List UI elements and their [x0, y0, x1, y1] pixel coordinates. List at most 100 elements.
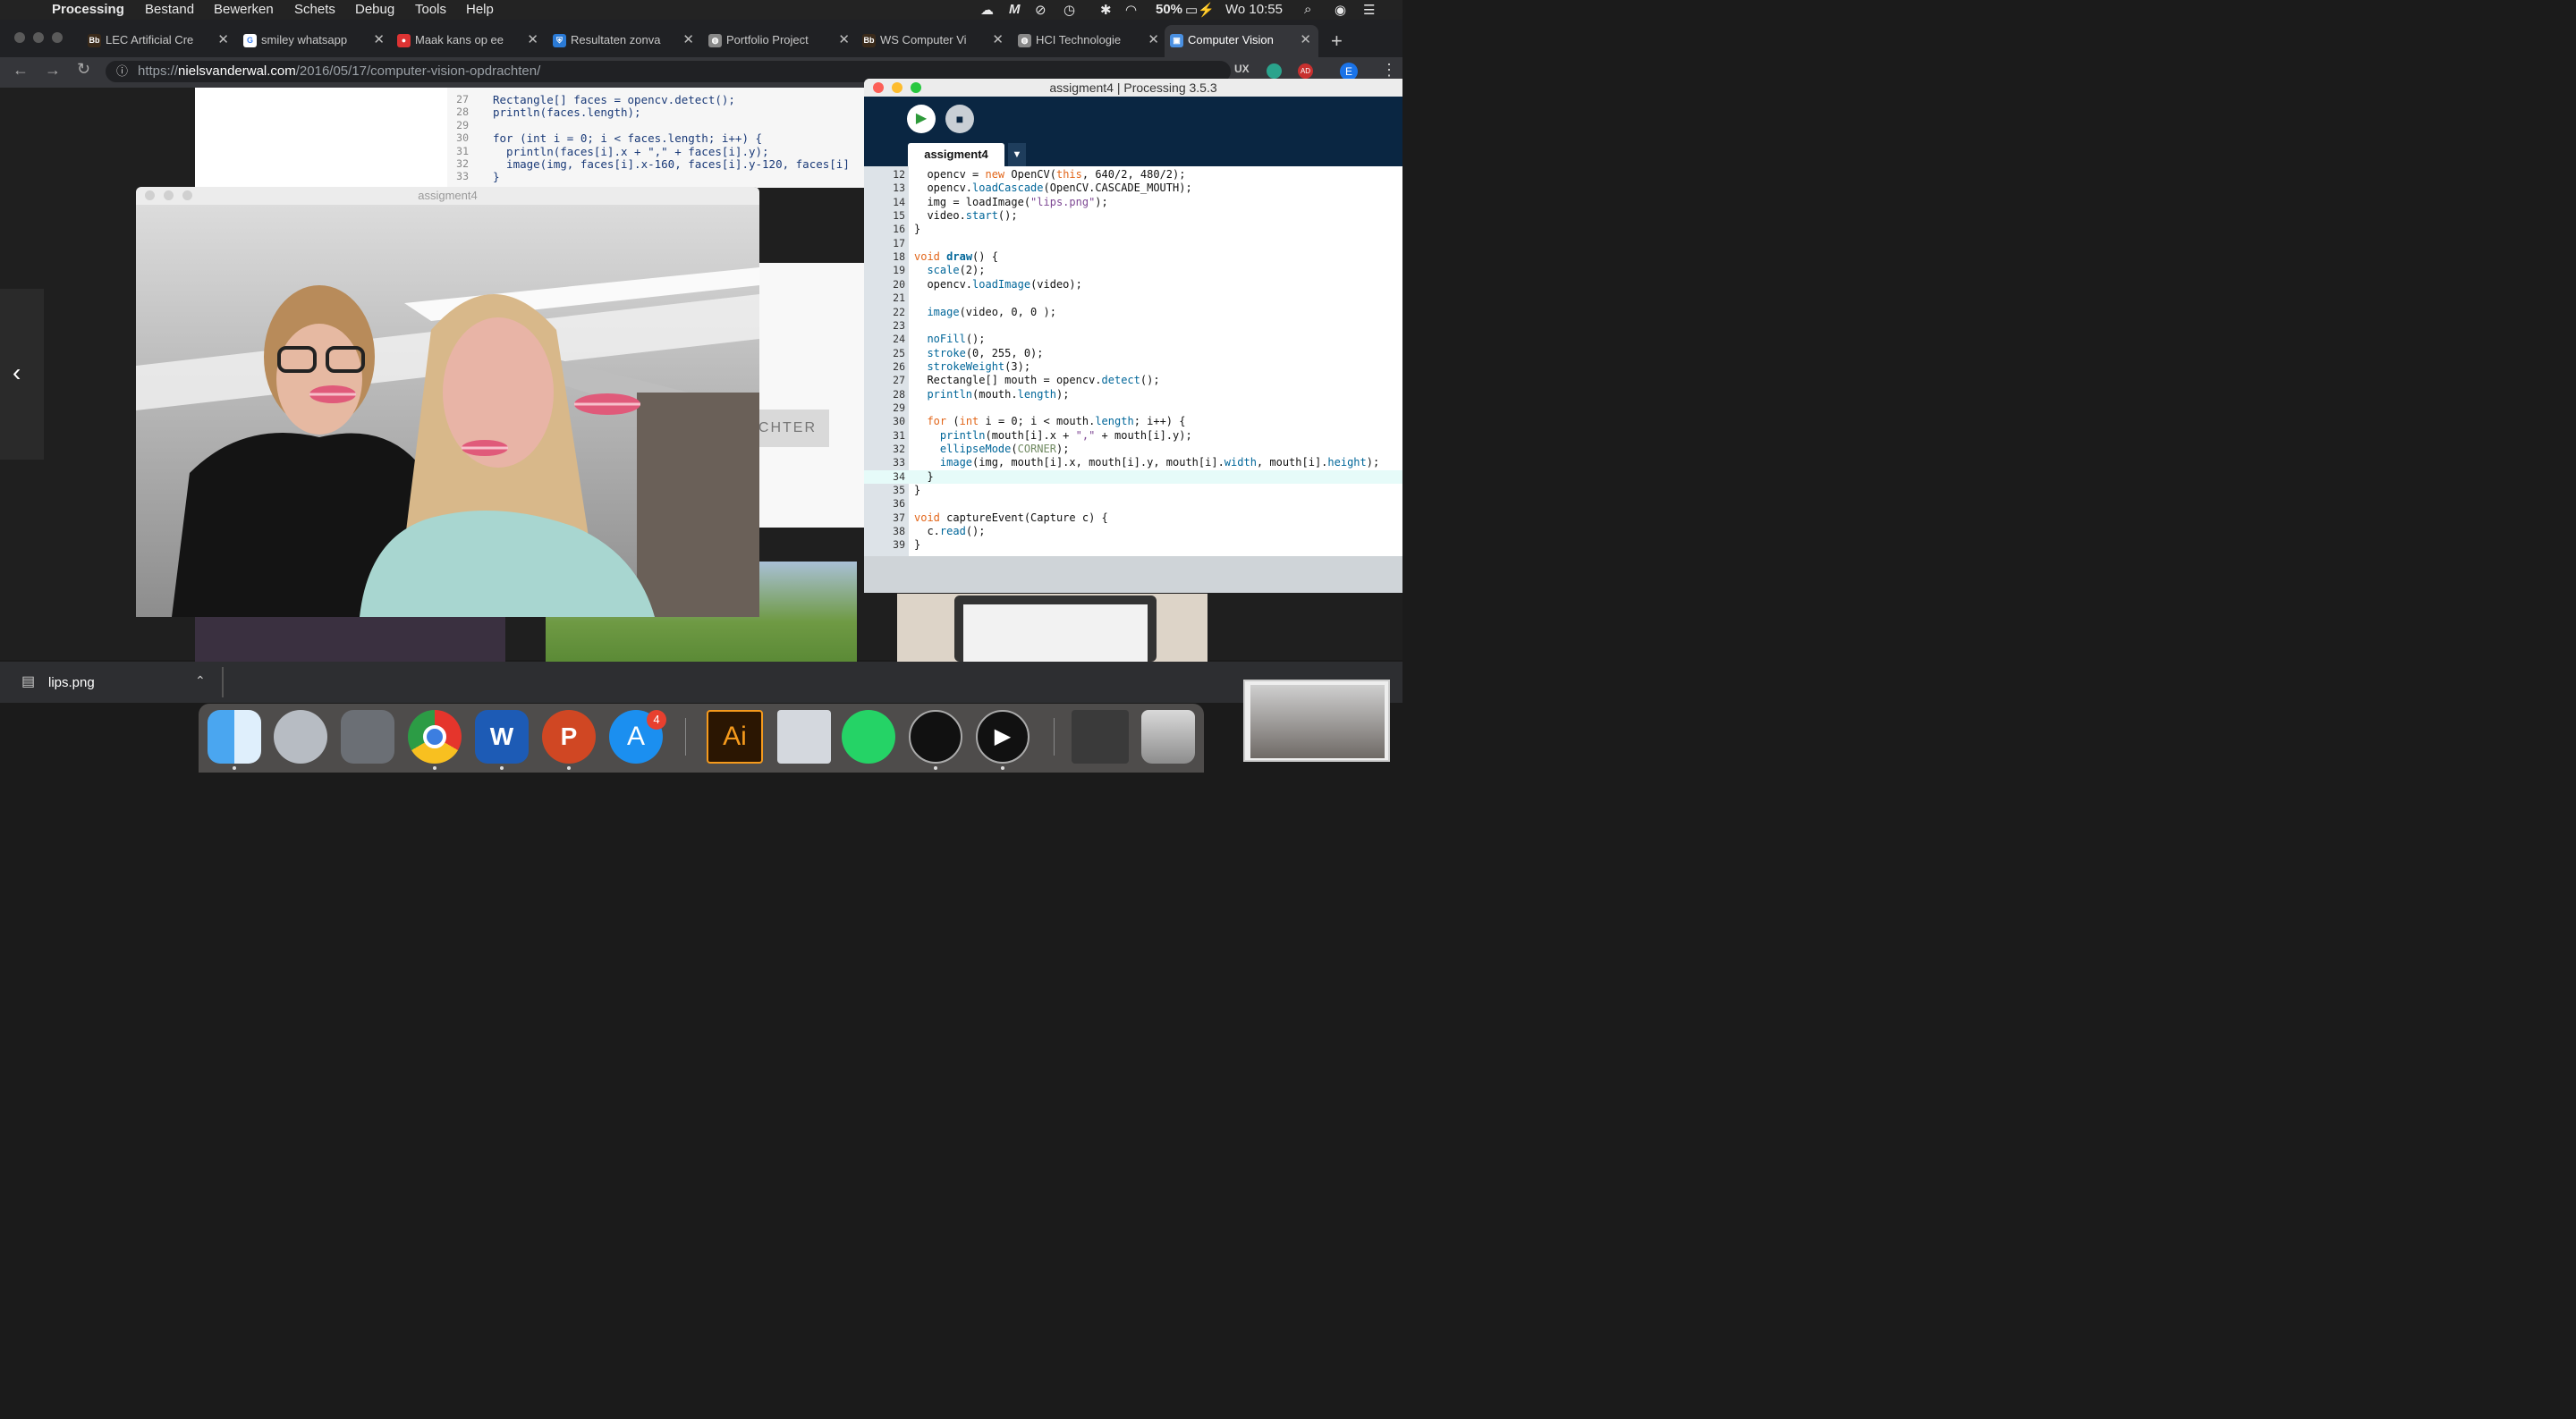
tab-close-icon[interactable]: ✕	[217, 25, 229, 55]
browser-tab[interactable]: ◍ Portfolio Project ✕	[703, 25, 857, 57]
browser-tab[interactable]: ◍ HCI Technologie ✕	[1013, 25, 1166, 57]
tab-close-icon[interactable]: ✕	[682, 25, 694, 55]
menu-schets[interactable]: Schets	[294, 2, 335, 17]
adblock-icon[interactable]: AD	[1298, 63, 1313, 79]
run-play-icon[interactable]: ▶	[907, 105, 936, 133]
sketch-zoom-button[interactable]	[182, 190, 192, 200]
m-app-icon[interactable]: M	[1009, 2, 1021, 17]
window-close-button[interactable]	[14, 32, 25, 43]
tab-close-icon[interactable]: ✕	[838, 25, 850, 55]
code-line[interactable]: img = loadImage("lips.png");	[914, 196, 1107, 208]
download-filename[interactable]: lips.png	[48, 675, 95, 690]
illustrator-icon[interactable]: Ai	[707, 710, 763, 764]
sketch-tab[interactable]: assigment4	[908, 143, 1004, 166]
trash-icon[interactable]	[1141, 710, 1195, 764]
browser-tab[interactable]: ● Maak kans op ee ✕	[392, 25, 546, 57]
menu-tools[interactable]: Tools	[415, 2, 446, 17]
profile-avatar[interactable]: E	[1340, 63, 1358, 80]
browser-tab[interactable]: Bb LEC Artificial Cre ✕	[82, 25, 236, 57]
browser-tab[interactable]: Bb WS Computer Vi ✕	[857, 25, 1011, 57]
user-avatar-icon[interactable]: ◉	[1335, 2, 1346, 18]
code-line[interactable]: opencv.loadCascade(OpenCV.CASCADE_MOUTH)…	[914, 182, 1191, 194]
powerpoint-icon[interactable]: P	[542, 710, 596, 764]
sync-icon[interactable]: ⊘	[1035, 2, 1046, 18]
finder-icon[interactable]	[208, 710, 261, 764]
code-line[interactable]: opencv = new OpenCV(this, 640/2, 480/2);	[914, 168, 1185, 181]
menu-debug[interactable]: Debug	[355, 2, 394, 17]
code-line[interactable]: void draw() {	[914, 250, 998, 263]
code-line[interactable]: println(mouth.length);	[914, 388, 1069, 401]
tab-menu-arrow-icon[interactable]: ▼	[1008, 143, 1026, 166]
word-icon[interactable]: W	[475, 710, 529, 764]
menu-bestand[interactable]: Bestand	[145, 2, 194, 17]
processing-titlebar[interactable]: assigment4 | Processing 3.5.3	[864, 79, 1402, 97]
code-line[interactable]: ellipseMode(CORNER);	[914, 443, 1070, 455]
bluetooth-icon[interactable]: ✱	[1100, 2, 1112, 18]
code-line[interactable]: c.read();	[914, 525, 985, 537]
creative-cloud-icon[interactable]: ☁	[980, 2, 994, 18]
menu-app-name[interactable]: Processing	[52, 2, 124, 17]
launchpad-icon[interactable]	[274, 710, 327, 764]
window-zoom-button[interactable]	[52, 32, 63, 43]
editor-close-button[interactable]	[873, 82, 884, 93]
thumbnail-search[interactable]	[897, 594, 1208, 662]
reload-icon[interactable]: ↻	[77, 60, 90, 79]
final-cut-icon[interactable]: ▶	[976, 710, 1030, 764]
preview-window-icon[interactable]	[1072, 710, 1129, 764]
code-line[interactable]: Rectangle[] mouth = opencv.detect();	[914, 374, 1159, 386]
thumbnail-bowl[interactable]	[195, 617, 505, 662]
code-line[interactable]: video.start();	[914, 209, 1017, 222]
browser-tab[interactable]: ⛨ Resultaten zonva ✕	[547, 25, 701, 57]
slider-prev-panel[interactable]: ‹	[0, 289, 44, 460]
picture-in-picture-preview[interactable]	[1243, 680, 1390, 762]
notification-center-icon[interactable]: ☰	[1363, 2, 1375, 18]
battery-icon[interactable]: ▭⚡	[1185, 2, 1215, 18]
time-machine-icon[interactable]: ◷	[1063, 2, 1075, 18]
code-line[interactable]: opencv.loadImage(video);	[914, 278, 1081, 291]
sketch-window[interactable]	[136, 187, 759, 617]
chevron-up-icon[interactable]: ⌃	[195, 673, 206, 688]
tab-close-icon[interactable]: ✕	[1148, 25, 1159, 55]
menu-help[interactable]: Help	[466, 2, 494, 17]
ux-extension-icon[interactable]: UX	[1234, 63, 1250, 75]
xcode-tools-icon[interactable]	[777, 710, 831, 764]
editor-minimize-button[interactable]	[892, 82, 902, 93]
code-line[interactable]: strokeWeight(3);	[914, 360, 1030, 373]
spotlight-search-icon[interactable]: ⌕	[1304, 2, 1311, 17]
chrome-icon[interactable]	[408, 710, 462, 764]
code-line[interactable]: image(img, mouth[i].x, mouth[i].y, mouth…	[914, 456, 1379, 469]
menu-bewerken[interactable]: Bewerken	[214, 2, 274, 17]
extension-circle-icon[interactable]	[1267, 63, 1282, 79]
back-arrow-icon[interactable]: ←	[13, 61, 29, 80]
chevron-left-icon[interactable]: ‹	[13, 359, 21, 387]
system-preferences-icon[interactable]	[341, 710, 394, 764]
sketch-minimize-button[interactable]	[164, 190, 174, 200]
code-line[interactable]: noFill();	[914, 333, 985, 345]
tab-close-icon[interactable]: ✕	[1300, 25, 1311, 55]
sketch-close-button[interactable]	[145, 190, 155, 200]
clock[interactable]: Wo 10:55	[1225, 2, 1283, 17]
whatsapp-icon[interactable]	[842, 710, 895, 764]
window-minimize-button[interactable]	[33, 32, 44, 43]
tab-close-icon[interactable]: ✕	[373, 25, 385, 55]
tab-close-icon[interactable]: ✕	[527, 25, 538, 55]
code-line[interactable]: void captureEvent(Capture c) {	[914, 511, 1108, 524]
code-line[interactable]: }	[914, 538, 920, 551]
sketch-window-titlebar[interactable]: assigment4	[136, 187, 759, 205]
stop-icon[interactable]: ■	[945, 105, 974, 133]
code-line[interactable]: image(video, 0, 0 );	[914, 306, 1056, 318]
browser-tab[interactable]: Gsmiley whatsapp ✕	[238, 25, 392, 57]
code-line[interactable]: stroke(0, 255, 0);	[914, 347, 1043, 359]
tab-close-icon[interactable]: ✕	[992, 25, 1004, 55]
new-tab-plus-icon[interactable]: +	[1331, 30, 1343, 53]
code-line[interactable]: for (int i = 0; i < mouth.length; i++) {	[914, 415, 1185, 427]
processing-icon[interactable]	[909, 710, 962, 764]
info-icon[interactable]: ⓘ	[116, 61, 128, 82]
chrome-menu-icon[interactable]: ⋮	[1381, 61, 1397, 80]
code-line[interactable]: }	[914, 223, 920, 235]
code-line[interactable]: println(mouth[i].x + "," + mouth[i].y);	[914, 429, 1192, 442]
code-line[interactable]: }	[914, 484, 920, 496]
wifi-icon[interactable]: ◠	[1125, 2, 1137, 18]
editor-zoom-button[interactable]	[911, 82, 921, 93]
code-line[interactable]: }	[914, 470, 933, 483]
